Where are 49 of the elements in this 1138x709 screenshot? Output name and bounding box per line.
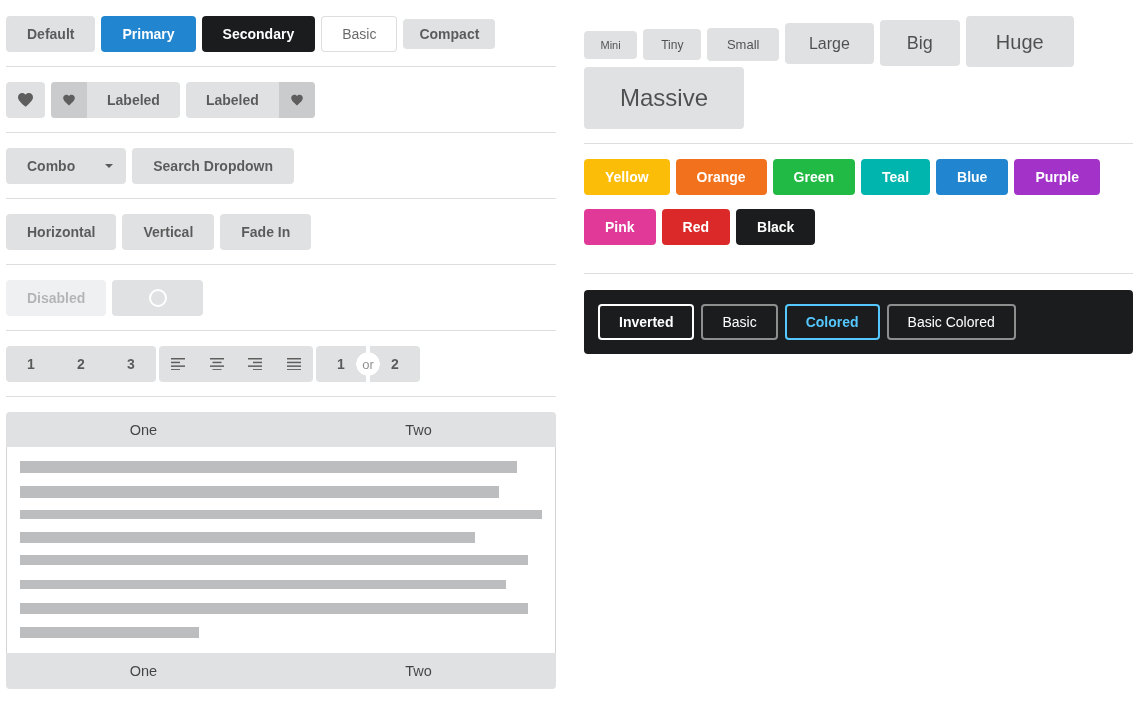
huge-button[interactable]: Huge — [965, 16, 1074, 68]
animated-button[interactable]: Vertical — [122, 214, 215, 250]
small-button[interactable]: Small — [707, 27, 779, 61]
outline-button[interactable]: Basic — [701, 304, 778, 341]
caret-icon — [105, 164, 114, 168]
heart-button[interactable] — [6, 82, 45, 118]
primary-button[interactable]: Primary — [101, 16, 196, 52]
attached-button[interactable]: Two — [281, 653, 556, 689]
attached-button[interactable]: One — [6, 653, 281, 689]
align-center-icon — [209, 357, 224, 371]
labeled-button[interactable]: Labeled — [185, 82, 315, 118]
dropdown-button[interactable]: Search Dropdown — [132, 148, 294, 184]
align-justify-button[interactable] — [274, 346, 313, 382]
color-button[interactable]: Black — [736, 209, 816, 246]
number-button[interactable]: 2 — [56, 346, 106, 382]
attached-button[interactable]: One — [6, 412, 281, 447]
color-button[interactable]: Blue — [936, 159, 1009, 196]
or-separator: or — [356, 346, 380, 382]
color-button[interactable]: Pink — [584, 209, 656, 246]
align-right-icon — [248, 357, 263, 371]
color-button[interactable]: Red — [661, 209, 731, 246]
animated-button[interactable]: Fade In — [220, 214, 312, 250]
default-button[interactable]: Default — [6, 16, 96, 52]
number-button[interactable]: 2 — [380, 346, 420, 382]
labeled-button[interactable]: Labeled — [51, 82, 180, 118]
align-left-button[interactable] — [159, 346, 198, 382]
secondary-button[interactable]: Secondary — [201, 16, 316, 52]
tiny-button[interactable]: Tiny — [643, 29, 702, 61]
basic-button[interactable]: Basic — [321, 16, 398, 52]
colored-outline-button[interactable]: Colored — [784, 304, 880, 341]
number-button[interactable]: 3 — [106, 346, 156, 382]
outline-button[interactable]: Basic Colored — [886, 304, 1016, 341]
animated-button[interactable]: Horizontal — [6, 214, 117, 250]
align-justify-icon — [286, 357, 301, 371]
combo-button[interactable]: Combo — [6, 148, 127, 184]
color-button[interactable]: Orange — [675, 159, 767, 196]
spinner-icon — [148, 289, 167, 307]
big-button[interactable]: Big — [879, 19, 960, 66]
mini-button[interactable]: Mini — [584, 31, 638, 60]
inverted-button[interactable]: Inverted — [598, 304, 695, 341]
number-button[interactable]: 1 — [316, 346, 356, 382]
large-button[interactable]: Large — [784, 23, 874, 65]
color-button[interactable]: Purple — [1014, 159, 1100, 196]
massive-button[interactable]: Massive — [584, 67, 745, 130]
heart-icon — [18, 93, 33, 107]
compact-button[interactable]: Compact — [403, 19, 496, 49]
attached-button[interactable]: Two — [281, 412, 556, 447]
align-left-icon — [171, 357, 186, 371]
number-button[interactable]: 1 — [6, 346, 56, 382]
